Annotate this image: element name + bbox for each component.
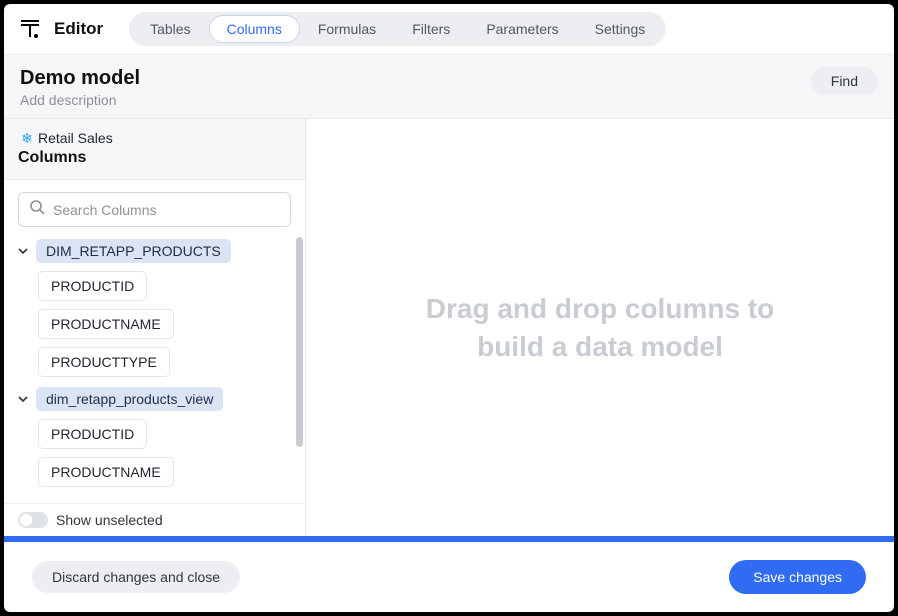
tree-scrollbar[interactable] [296,237,303,447]
column-list: PRODUCTID PRODUCTNAME [38,419,295,487]
column-pill[interactable]: PRODUCTID [38,271,147,301]
placeholder-line-2: build a data model [477,331,723,362]
main: ❄ Retail Sales Columns [4,119,894,536]
chevron-down-icon [16,392,30,406]
search-columns-input[interactable] [53,202,280,218]
tab-formulas[interactable]: Formulas [300,15,394,43]
table-toggle-row[interactable]: dim_retapp_products_view [16,387,295,411]
placeholder-line-1: Drag and drop columns to [426,293,774,324]
model-header-text: Demo model Add description [20,67,140,108]
column-list: PRODUCTID PRODUCTNAME PRODUCTTYPE [38,271,295,377]
page-title: Editor [54,19,103,39]
find-button[interactable]: Find [811,67,878,95]
top-nav: Editor Tables Columns Formulas Filters P… [4,4,894,55]
nav-tabs: Tables Columns Formulas Filters Paramete… [129,12,666,46]
column-pill[interactable]: PRODUCTID [38,419,147,449]
tab-filters[interactable]: Filters [394,15,468,43]
save-changes-button[interactable]: Save changes [729,560,866,594]
search-columns-field[interactable] [18,192,291,227]
sidebar-section-title: Columns [18,149,291,167]
search-wrap [4,180,305,231]
column-pill[interactable]: PRODUCTTYPE [38,347,170,377]
table-name-pill[interactable]: dim_retapp_products_view [36,387,223,411]
snowflake-icon: ❄ [18,129,36,147]
table-toggle-row[interactable]: DIM_RETAPP_PRODUCTS [16,239,295,263]
search-icon [29,199,45,220]
column-pill[interactable]: PRODUCTNAME [38,309,174,339]
tab-tables[interactable]: Tables [132,15,208,43]
tab-settings[interactable]: Settings [577,15,664,43]
table-name-pill[interactable]: DIM_RETAPP_PRODUCTS [36,239,231,263]
discard-changes-button[interactable]: Discard changes and close [32,561,240,593]
model-description-placeholder[interactable]: Add description [20,92,140,108]
model-header: Demo model Add description Find [4,55,894,119]
model-title[interactable]: Demo model [20,67,140,90]
data-source-name: Retail Sales [38,130,113,146]
show-unselected-toggle[interactable] [18,512,48,528]
tab-parameters[interactable]: Parameters [468,15,576,43]
table-group: dim_retapp_products_view PRODUCTID PRODU… [16,387,295,487]
sidebar: ❄ Retail Sales Columns [4,119,306,536]
sidebar-footer: Show unselected [4,503,305,536]
sidebar-header: ❄ Retail Sales Columns [4,119,305,180]
column-pill[interactable]: PRODUCTNAME [38,457,174,487]
drop-canvas[interactable]: Drag and drop columns to build a data mo… [306,119,894,536]
chevron-down-icon [16,244,30,258]
footer-bar: Discard changes and close Save changes [4,542,894,612]
show-unselected-label: Show unselected [56,512,163,528]
app-logo-icon [18,17,42,41]
tab-columns[interactable]: Columns [209,15,300,43]
columns-tree[interactable]: DIM_RETAPP_PRODUCTS PRODUCTID PRODUCTNAM… [4,231,305,503]
editor-frame: Editor Tables Columns Formulas Filters P… [4,4,894,612]
data-source-row: ❄ Retail Sales [18,129,291,147]
table-group: DIM_RETAPP_PRODUCTS PRODUCTID PRODUCTNAM… [16,239,295,377]
canvas-placeholder: Drag and drop columns to build a data mo… [426,290,774,366]
